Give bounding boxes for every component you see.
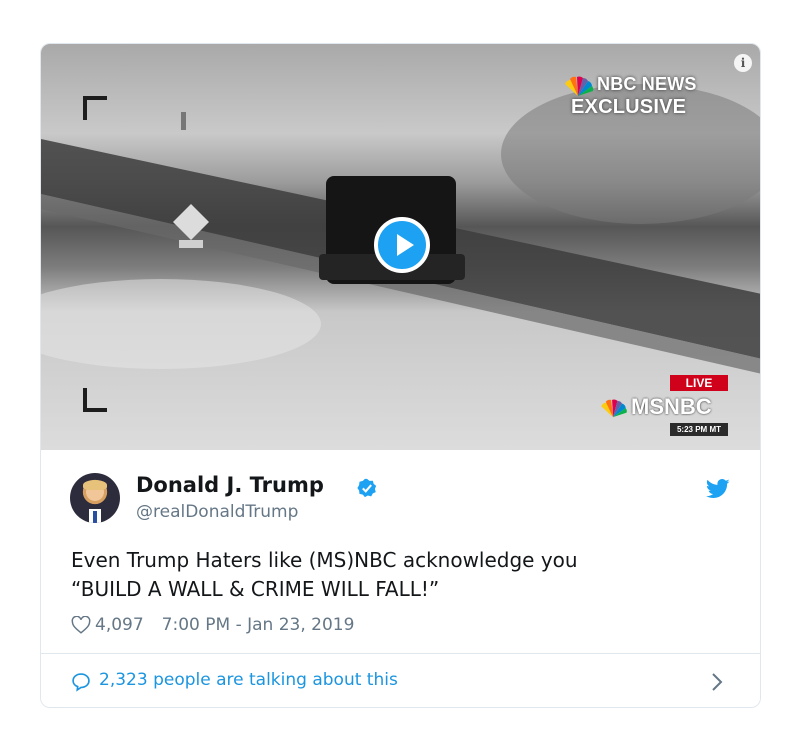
avatar-hair — [83, 480, 107, 490]
twitter-bird-icon[interactable] — [706, 478, 730, 500]
avatar[interactable] — [70, 473, 120, 523]
peacock-icon — [565, 76, 594, 96]
exclusive-label: EXCLUSIVE — [571, 96, 687, 118]
nbc-news-label: NBC NEWS — [597, 74, 697, 94]
play-icon — [397, 234, 414, 256]
tweet-body: Donald J. Trump @realDonaldTrump Even Tr… — [41, 450, 760, 650]
tweet-embed-card[interactable]: i NBC NEWS EXCLUSIVE LIVE MSNBC 5:23 PM … — [40, 43, 761, 708]
msnbc-logo: MSNBC — [597, 394, 737, 424]
talking-about-this-text[interactable]: 2,323 people are talking about this — [99, 670, 398, 690]
like-count[interactable]: 4,097 — [95, 615, 144, 635]
heart-icon[interactable] — [71, 616, 91, 634]
video-player[interactable]: i NBC NEWS EXCLUSIVE LIVE MSNBC 5:23 PM … — [41, 44, 760, 450]
verified-icon — [357, 478, 377, 498]
user-handle[interactable]: @realDonaldTrump — [136, 502, 298, 522]
tweet-timestamp[interactable]: 7:00 PM - Jan 23, 2019 — [162, 615, 355, 635]
msnbc-label: MSNBC — [631, 394, 712, 419]
conversation-link[interactable]: 2,323 people are talking about this — [41, 654, 760, 707]
avatar-tie — [93, 511, 97, 523]
tweet-text: Even Trump Haters like (MS)NBC acknowled… — [71, 546, 731, 604]
tweet-text-line-2: “BUILD A WALL & CRIME WILL FALL!” — [71, 577, 440, 601]
tweet-meta: 4,097 7:00 PM - Jan 23, 2019 — [71, 615, 354, 635]
comment-icon — [72, 673, 90, 692]
chevron-right-icon[interactable] — [711, 672, 723, 692]
display-name[interactable]: Donald J. Trump — [136, 473, 324, 497]
viewfinder-corner-bottom-left — [83, 388, 107, 412]
live-badge: LIVE — [670, 375, 728, 391]
info-icon[interactable]: i — [734, 54, 752, 72]
viewfinder-corner-top-left — [83, 96, 107, 120]
tweet-text-line-1: Even Trump Haters like (MS)NBC acknowled… — [71, 548, 578, 572]
play-button[interactable] — [374, 217, 430, 273]
peacock-icon — [601, 399, 627, 418]
timestamp-badge: 5:23 PM MT — [670, 423, 728, 436]
